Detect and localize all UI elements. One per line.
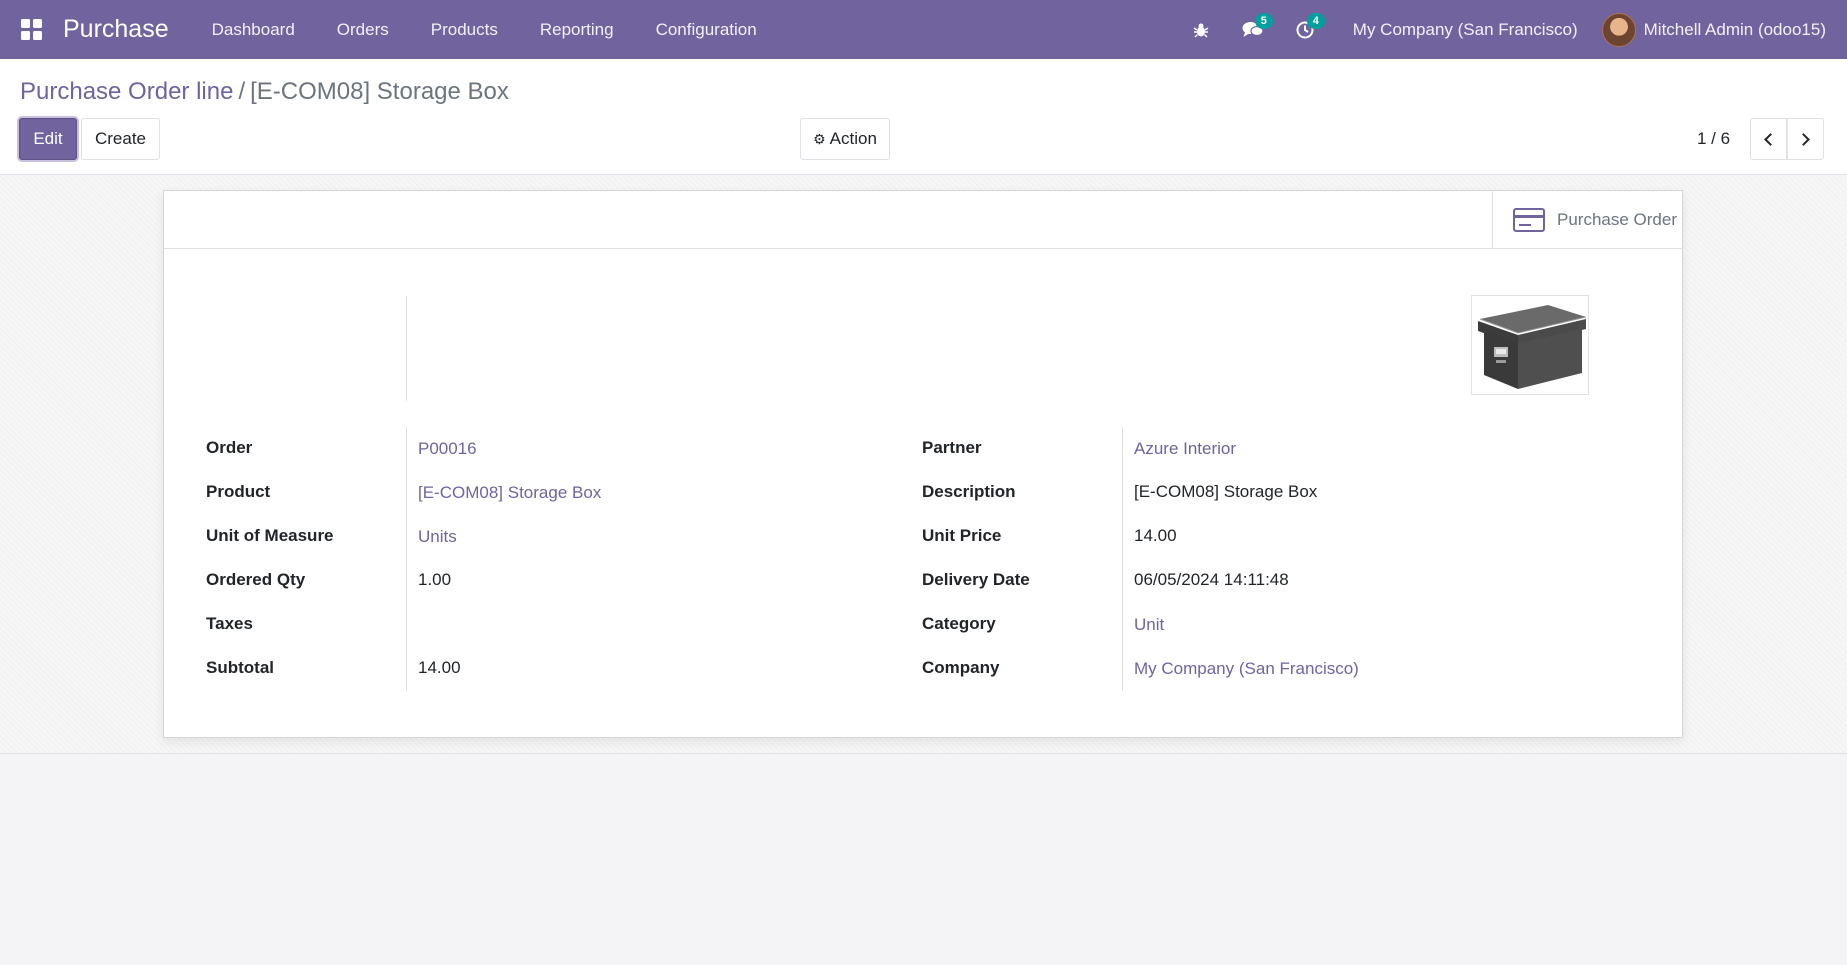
field-description-label-row: Description <box>922 470 1016 514</box>
delivery-date-value: 06/05/2024 14:11:48 <box>1134 570 1289 589</box>
activities-clock-icon[interactable]: 4 <box>1279 0 1331 59</box>
activities-badge: 4 <box>1306 13 1325 29</box>
chevron-left-icon <box>1764 132 1777 146</box>
company-switcher[interactable]: My Company (San Francisco) <box>1331 20 1602 40</box>
field-product-label-row: Product <box>206 470 270 514</box>
menu-dashboard[interactable]: Dashboard <box>191 0 316 59</box>
app-brand[interactable]: Purchase <box>63 15 169 44</box>
left-group-divider <box>406 427 407 691</box>
breadcrumb-separator: / <box>238 78 246 105</box>
field-category-label-row: Category <box>922 602 996 646</box>
user-name: Mitchell Admin (odoo15) <box>1643 19 1826 39</box>
title-divider <box>406 296 407 401</box>
right-group-divider <box>1122 427 1123 691</box>
field-unit-price-label-row: Unit Price <box>922 514 1001 558</box>
field-label-product: Product <box>206 482 271 501</box>
field-product-value-row: [E-COM08] Storage Box <box>418 471 601 515</box>
menu-reporting[interactable]: Reporting <box>519 0 635 59</box>
avatar <box>1601 12 1636 47</box>
subtotal-value: 14.00 <box>418 658 461 677</box>
user-menu[interactable]: Mitchell Admin (odoo15) <box>1601 12 1847 47</box>
button-box: Purchase Order <box>164 191 1682 249</box>
purchase-order-smart-button[interactable]: Purchase Order <box>1492 191 1682 249</box>
field-delivery-date-label-row: Delivery Date <box>922 558 1030 602</box>
field-company-value-row: My Company (San Francisco) <box>1134 647 1359 691</box>
field-order-value-row: P00016 <box>418 427 477 471</box>
product-image[interactable] <box>1471 295 1589 395</box>
field-label-delivery-date: Delivery Date <box>922 570 1030 589</box>
pager-value[interactable]: 1 / 6 <box>1697 129 1730 149</box>
empty-area <box>0 755 1847 965</box>
category-link[interactable]: Unit <box>1134 615 1164 635</box>
apps-menu-icon[interactable] <box>0 0 62 59</box>
unit-price-value: 14.00 <box>1134 526 1177 545</box>
field-label-ordered-qty: Ordered Qty <box>206 570 306 589</box>
field-uom-value-row: Units <box>418 515 457 559</box>
field-label-company: Company <box>922 658 1000 677</box>
menu-configuration[interactable]: Configuration <box>635 0 778 59</box>
breadcrumb-parent-link[interactable]: Purchase Order line <box>20 78 233 106</box>
field-delivery-date-value-row: 06/05/2024 14:11:48 <box>1134 558 1289 602</box>
field-order-label-row: Order <box>206 426 252 470</box>
systray: 5 4 My Company (San Francisco) Mitchell … <box>1175 0 1847 59</box>
field-subtotal-label-row: Subtotal <box>206 646 274 690</box>
field-description-value-row: [E-COM08] Storage Box <box>1134 470 1317 514</box>
action-dropdown-button[interactable]: ⚙ Action <box>800 118 890 160</box>
field-label-subtotal: Subtotal <box>206 658 274 677</box>
field-taxes-label-row: Taxes <box>206 602 253 646</box>
form-view: Purchase Order Order P00016 Product [E-C… <box>0 176 1847 754</box>
gear-icon: ⚙ <box>813 130 826 147</box>
product-link[interactable]: [E-COM08] Storage Box <box>418 483 601 503</box>
field-label-taxes: Taxes <box>206 614 253 633</box>
field-label-order: Order <box>206 438 253 457</box>
field-uom-label-row: Unit of Measure <box>206 514 334 558</box>
company-link[interactable]: My Company (San Francisco) <box>1134 659 1359 679</box>
field-label-category: Category <box>922 614 996 633</box>
purchase-order-label: Purchase Order <box>1557 210 1677 229</box>
field-qty-label-row: Ordered Qty <box>206 558 305 602</box>
action-label: Action <box>829 129 877 148</box>
create-button[interactable]: Create <box>81 118 160 160</box>
breadcrumb: Purchase Order line / [E-COM08] Storage … <box>20 78 509 106</box>
field-qty-value-row: 1.00 <box>418 558 451 602</box>
pager-previous-button[interactable] <box>1750 118 1787 160</box>
field-partner-label-row: Partner <box>922 426 982 470</box>
unit-of-measure-link[interactable]: Units <box>418 527 457 547</box>
ordered-qty-value: 1.00 <box>418 570 452 589</box>
field-unit-price-value-row: 14.00 <box>1134 514 1177 558</box>
pager-next-button[interactable] <box>1787 118 1824 160</box>
field-label-partner: Partner <box>922 438 982 457</box>
field-label-description: Description <box>922 482 1016 501</box>
main-navbar: Purchase Dashboard Orders Products Repor… <box>0 0 1847 59</box>
messages-icon[interactable]: 5 <box>1227 0 1279 59</box>
field-label-unit-price: Unit Price <box>922 526 1002 545</box>
order-link[interactable]: P00016 <box>418 439 477 459</box>
field-company-label-row: Company <box>922 646 999 690</box>
field-category-value-row: Unit <box>1134 603 1164 647</box>
menu-products[interactable]: Products <box>410 0 519 59</box>
credit-card-icon <box>1513 208 1545 232</box>
breadcrumb-current: [E-COM08] Storage Box <box>250 78 509 105</box>
chevron-right-icon <box>1797 132 1810 146</box>
partner-link[interactable]: Azure Interior <box>1134 439 1236 459</box>
form-sheet: Purchase Order Order P00016 Product [E-C… <box>163 190 1683 738</box>
field-partner-value-row: Azure Interior <box>1134 427 1236 471</box>
description-value: [E-COM08] Storage Box <box>1134 482 1318 501</box>
menu-orders[interactable]: Orders <box>316 0 410 59</box>
field-subtotal-value-row: 14.00 <box>418 646 461 690</box>
field-label-unit-of-measure: Unit of Measure <box>206 526 334 545</box>
messages-badge: 5 <box>1254 13 1273 29</box>
edit-button[interactable]: Edit <box>19 118 77 160</box>
control-panel: Purchase Order line / [E-COM08] Storage … <box>0 59 1847 175</box>
debug-bug-icon[interactable] <box>1175 0 1227 59</box>
